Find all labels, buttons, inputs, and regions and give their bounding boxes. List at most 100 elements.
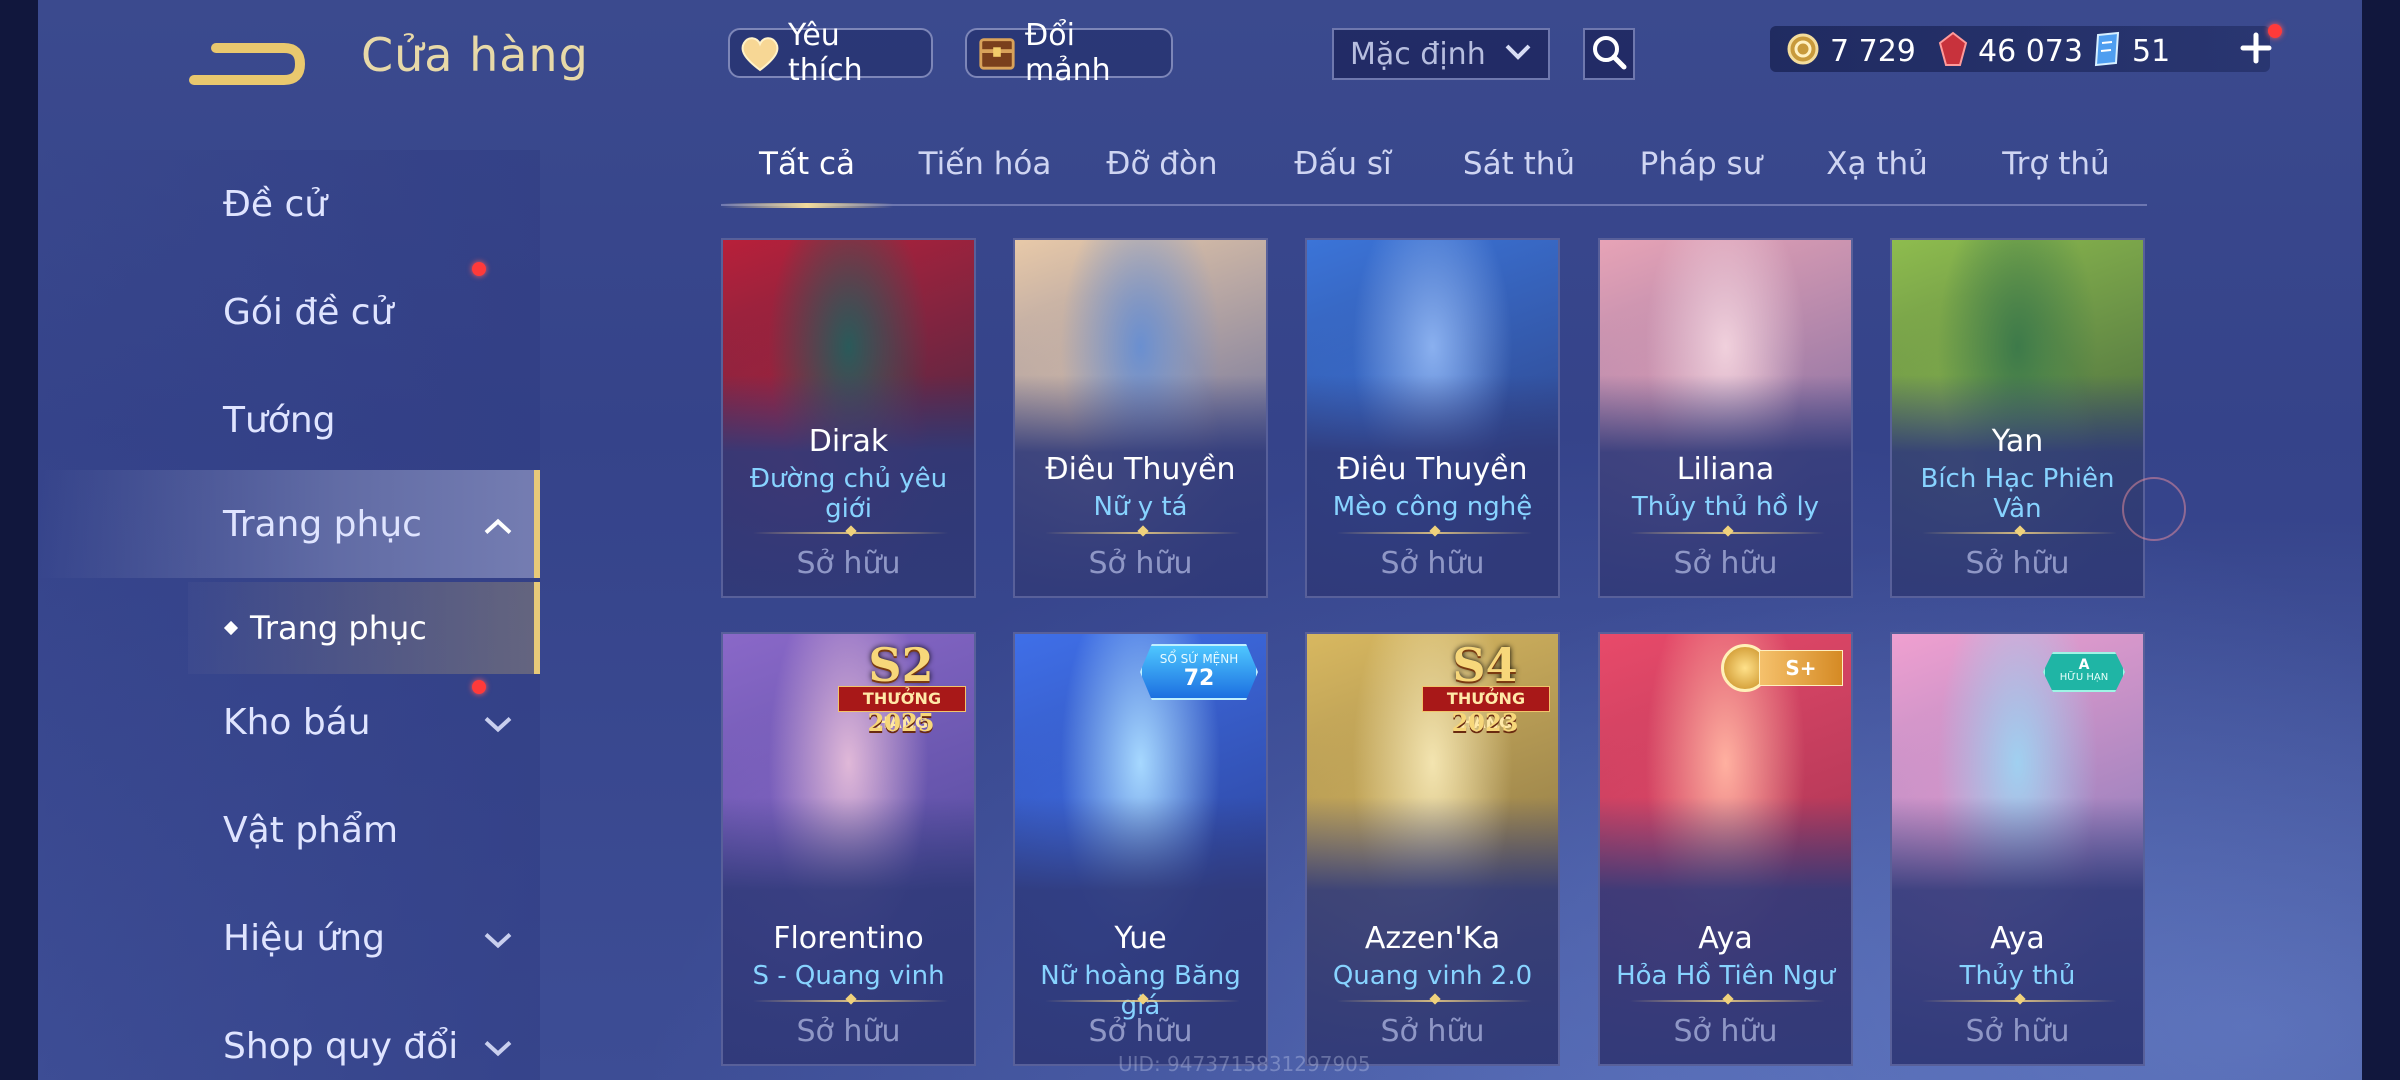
category-sidebar: Đề cử Gói đề cử Tướng Trang phục Trang p… — [38, 150, 540, 1080]
mission-value: 72 — [1183, 666, 1215, 691]
card-divider — [1922, 532, 2117, 534]
owned-status: Sở hữu — [796, 1014, 901, 1049]
skin-card[interactable]: Aya Hỏa Hồ Tiên Ngư Sở hữu S+ — [1598, 632, 1853, 1066]
card-divider — [1337, 1000, 1532, 1002]
ruby-gem-icon — [1938, 31, 1968, 71]
sidebar-item-items[interactable]: Vật phẩm — [38, 776, 540, 884]
sidebar-item-label: Hiệu ứng — [223, 917, 385, 959]
season-rank-badge: S4 THƯỞNG HẠNG 2023 — [1416, 638, 1554, 738]
chevron-up-icon — [483, 504, 513, 545]
card-divider — [1045, 532, 1240, 534]
skin-name: Nữ hoàng Băng giá — [1040, 961, 1241, 1021]
tier-badge: S+ — [1717, 640, 1847, 696]
voucher-value: 51 — [2132, 33, 2171, 69]
tab-mage[interactable]: Pháp sư — [1640, 146, 1763, 182]
ruby-currency: 46 073 — [1938, 28, 2083, 74]
tier-label: S+ — [1759, 650, 1843, 686]
owned-status: Sở hữu — [1088, 546, 1193, 581]
sidebar-item-exchange-shop[interactable]: Shop quy đổi — [38, 992, 540, 1080]
shard-exchange-button[interactable]: Đổi mảnh — [965, 18, 1173, 88]
tab-fighter[interactable]: Đấu sĩ — [1294, 146, 1391, 182]
skin-card[interactable]: Liliana Thủy thủ hồ ly Sở hữu — [1598, 238, 1853, 598]
skin-name: Quang vinh 2.0 — [1332, 961, 1533, 991]
sidebar-item-label: Shop quy đổi — [223, 1025, 459, 1067]
back-arrow-icon — [189, 43, 306, 85]
owned-status: Sở hữu — [1380, 1014, 1485, 1049]
sidebar-item-label: Gói đề cử — [223, 291, 394, 333]
hero-name: Liliana — [1676, 452, 1775, 487]
skin-card[interactable]: Điêu Thuyền Nữ y tá Sở hữu — [1013, 238, 1268, 598]
sidebar-item-label: Kho báu — [223, 701, 371, 743]
sidebar-item-label: Tướng — [223, 399, 336, 441]
skin-card[interactable]: Dirak Đường chủ yêu giới Sở hữu — [721, 238, 976, 598]
skin-card[interactable]: Aya Thủy thủ Sở hữu A HỮU HẠN — [1890, 632, 2145, 1066]
sidebar-item-featured[interactable]: Đề cử — [38, 150, 540, 258]
hero-name: Aya — [1990, 921, 2045, 956]
sidebar-item-label: Đề cử — [223, 183, 328, 225]
skin-card[interactable]: Azzen'Ka Quang vinh 2.0 Sở hữu S4 THƯỞNG HẠN… — [1305, 632, 1560, 1066]
sidebar-item-skins[interactable]: Trang phục — [38, 470, 540, 578]
skin-name: S - Quang vinh — [752, 961, 945, 991]
sidebar-subitem-label: Trang phục — [250, 609, 427, 647]
owned-status: Sở hữu — [1673, 546, 1778, 581]
season-year: 2025 — [867, 708, 935, 737]
owned-status: Sở hữu — [1380, 546, 1485, 581]
sort-value: Mặc định — [1350, 36, 1486, 72]
owned-status: Sở hữu — [1965, 1014, 2070, 1049]
tab-assassin[interactable]: Sát thủ — [1463, 146, 1575, 182]
tab-marksman[interactable]: Xạ thủ — [1826, 146, 1928, 182]
voucher-currency: 51 — [2092, 28, 2170, 74]
chevron-down-icon — [483, 702, 513, 743]
sidebar-item-featured-bundles[interactable]: Gói đề cử — [38, 258, 540, 366]
favorites-button[interactable]: Yêu thích — [728, 18, 933, 88]
treasure-chest-icon — [977, 33, 1017, 73]
notification-dot — [472, 680, 486, 694]
limited-badge: A HỮU HẠN — [2043, 652, 2125, 692]
voucher-card-icon — [2092, 31, 2122, 71]
screen-edge-left — [0, 0, 38, 1080]
screen-edge-right — [2362, 0, 2400, 1080]
role-tabs: Tất cả Tiến hóa Đỡ đòn Đấu sĩ Sát thủ Ph… — [721, 140, 2147, 208]
skin-grid: Dirak Đường chủ yêu giới Sở hữu Điêu Thuyền… — [721, 238, 2146, 1068]
sidebar-item-treasure[interactable]: Kho báu — [38, 668, 540, 776]
card-divider — [753, 532, 948, 534]
season-label: S4 — [1452, 638, 1518, 692]
tab-all[interactable]: Tất cả — [759, 146, 855, 182]
owned-status: Sở hữu — [1088, 1014, 1193, 1049]
heart-icon — [740, 33, 780, 73]
sort-dropdown[interactable]: Mặc định — [1332, 28, 1550, 80]
skin-card[interactable]: Florentino S - Quang vinh Sở hữu S2 THƯỞNG H… — [721, 632, 976, 1066]
notification-dot — [2268, 24, 2282, 38]
sidebar-item-heroes[interactable]: Tướng — [38, 366, 540, 474]
skin-card[interactable]: Yan Bích Hạc Phiên Vân Sở hữu — [1890, 238, 2145, 598]
sidebar-item-effects[interactable]: Hiệu ứng — [38, 884, 540, 992]
tab-evolution[interactable]: Tiến hóa — [919, 146, 1052, 182]
ruby-value: 46 073 — [1978, 33, 2083, 69]
back-button[interactable] — [188, 30, 308, 90]
hero-name: Yue — [1114, 921, 1167, 956]
shard-exchange-label: Đổi mảnh — [1025, 18, 1111, 88]
page-title: Cửa hàng — [361, 28, 589, 82]
chevron-down-icon — [1504, 43, 1532, 65]
limited-label: HỮU HẠN — [2059, 672, 2109, 683]
hero-name: Dirak — [808, 424, 889, 459]
tab-tank[interactable]: Đỡ đòn — [1106, 146, 1217, 182]
favorites-label: Yêu thích — [788, 18, 863, 88]
search-button[interactable] — [1583, 28, 1635, 80]
tab-support[interactable]: Trợ thủ — [2002, 146, 2109, 182]
user-id: UID: 9473715831297905 — [1118, 1052, 1371, 1076]
sidebar-subitem-skins[interactable]: Trang phục — [188, 582, 540, 674]
gold-coin-icon — [1786, 32, 1820, 70]
skin-card[interactable]: Yue Nữ hoàng Băng giá Sở hữu SỔ SỨ MỆNH 72 — [1013, 632, 1268, 1066]
skin-card[interactable]: Điêu Thuyền Mèo công nghệ Sở hữu — [1305, 238, 1560, 598]
card-divider — [1630, 532, 1825, 534]
mission-book-badge: SỔ SỨ MỆNH 72 — [1140, 644, 1258, 700]
scroll-hint-ring — [2122, 477, 2186, 541]
card-divider — [753, 1000, 948, 1002]
search-icon — [1591, 34, 1627, 74]
skin-name: Thủy thủ — [1959, 961, 2076, 991]
diamond-bullet-icon — [223, 620, 239, 636]
card-divider — [1630, 1000, 1825, 1002]
season-label: S2 — [868, 638, 934, 692]
chevron-down-icon — [483, 918, 513, 959]
